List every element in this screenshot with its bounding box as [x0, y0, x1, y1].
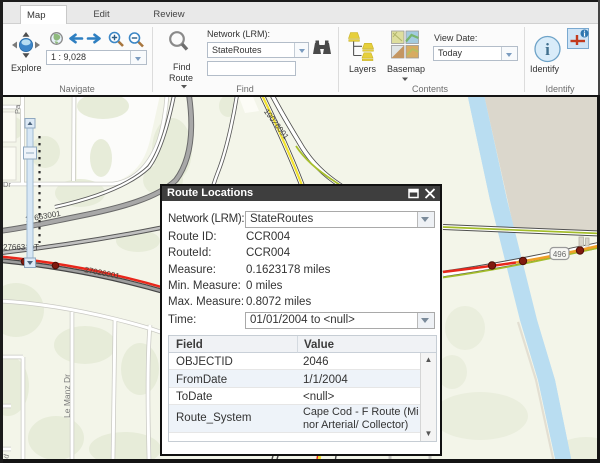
svg-text:496: 496 — [553, 250, 567, 259]
svg-text:2766310T: 2766310T — [3, 243, 39, 252]
svg-text:Pa: Pa — [13, 104, 22, 114]
svg-text:Le Manz Dr: Le Manz Dr — [62, 374, 72, 418]
svg-text:i: i — [545, 40, 550, 59]
svg-text:Dr: Dr — [3, 180, 11, 189]
